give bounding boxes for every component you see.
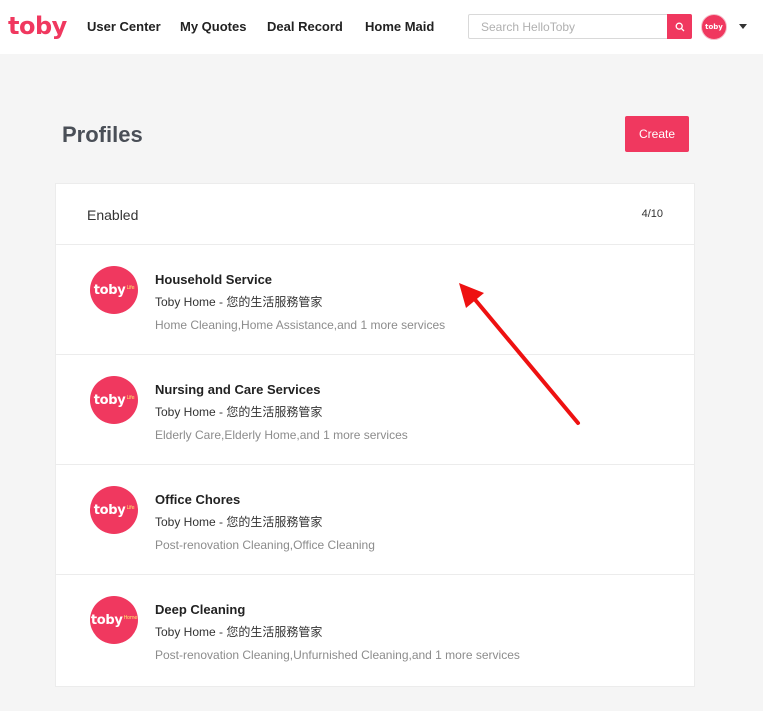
profile-logo-text: toby (90, 612, 123, 628)
profile-services: Post-renovation Cleaning,Office Cleaning (155, 538, 375, 552)
nav-deal-record[interactable]: Deal Record (267, 19, 343, 34)
section-count: 4/10 (641, 208, 663, 220)
search-input[interactable] (469, 15, 667, 38)
profile-title[interactable]: Office Chores (155, 492, 240, 507)
profile-logo: toby Home (90, 596, 138, 644)
profile-logo-sub: Life (126, 505, 135, 511)
profile-services: Elderly Care,Elderly Home,and 1 more ser… (155, 428, 408, 442)
profiles-panel: Enabled 4/10 toby Life Household Service … (55, 183, 695, 687)
profile-logo: toby Life (90, 486, 138, 534)
nav-home-maid[interactable]: Home Maid (365, 19, 434, 34)
profile-logo-sub: Life (126, 285, 135, 291)
nav-my-quotes[interactable]: My Quotes (180, 19, 246, 34)
section-label: Enabled (87, 207, 139, 223)
top-navigation-bar: toby User Center My Quotes Deal Record H… (0, 0, 763, 54)
profile-logo-sub: Home (123, 615, 138, 621)
profile-row[interactable]: toby Life Nursing and Care Services Toby … (56, 355, 694, 465)
chevron-down-icon[interactable] (739, 24, 747, 29)
profile-title[interactable]: Nursing and Care Services (155, 382, 320, 397)
profile-subtitle: Toby Home - 您的生活服務管家 (155, 515, 323, 529)
profile-subtitle: Toby Home - 您的生活服務管家 (155, 625, 323, 639)
profile-subtitle: Toby Home - 您的生活服務管家 (155, 295, 323, 309)
profile-row[interactable]: toby Life Household Service Toby Home - 您… (56, 245, 694, 355)
profile-services: Home Cleaning,Home Assistance,and 1 more… (155, 318, 446, 332)
profile-logo-sub: Life (126, 395, 135, 401)
profile-row[interactable]: toby Life Office Chores Toby Home - 您的生活服… (56, 465, 694, 575)
profile-title[interactable]: Household Service (155, 272, 272, 287)
profile-title[interactable]: Deep Cleaning (155, 602, 245, 617)
search-box (468, 14, 692, 39)
section-header: Enabled 4/10 (56, 184, 694, 245)
search-icon (675, 22, 684, 31)
create-button[interactable]: Create (625, 116, 689, 152)
profile-logo-text: toby (93, 502, 126, 518)
page-title: Profiles (62, 122, 143, 147)
nav-user-center[interactable]: User Center (87, 19, 161, 34)
user-avatar[interactable]: toby (701, 14, 727, 40)
profile-logo-text: toby (93, 282, 126, 298)
profile-subtitle: Toby Home - 您的生活服務管家 (155, 405, 323, 419)
profile-logo: toby Life (90, 266, 138, 314)
profile-logo-text: toby (93, 392, 126, 408)
toby-logo[interactable]: toby (8, 12, 67, 40)
profile-row[interactable]: toby Home Deep Cleaning Toby Home - 您的生活服… (56, 575, 694, 685)
profile-services: Post-renovation Cleaning,Unfurnished Cle… (155, 648, 520, 662)
search-button[interactable] (667, 14, 692, 39)
profile-logo: toby Life (90, 376, 138, 424)
